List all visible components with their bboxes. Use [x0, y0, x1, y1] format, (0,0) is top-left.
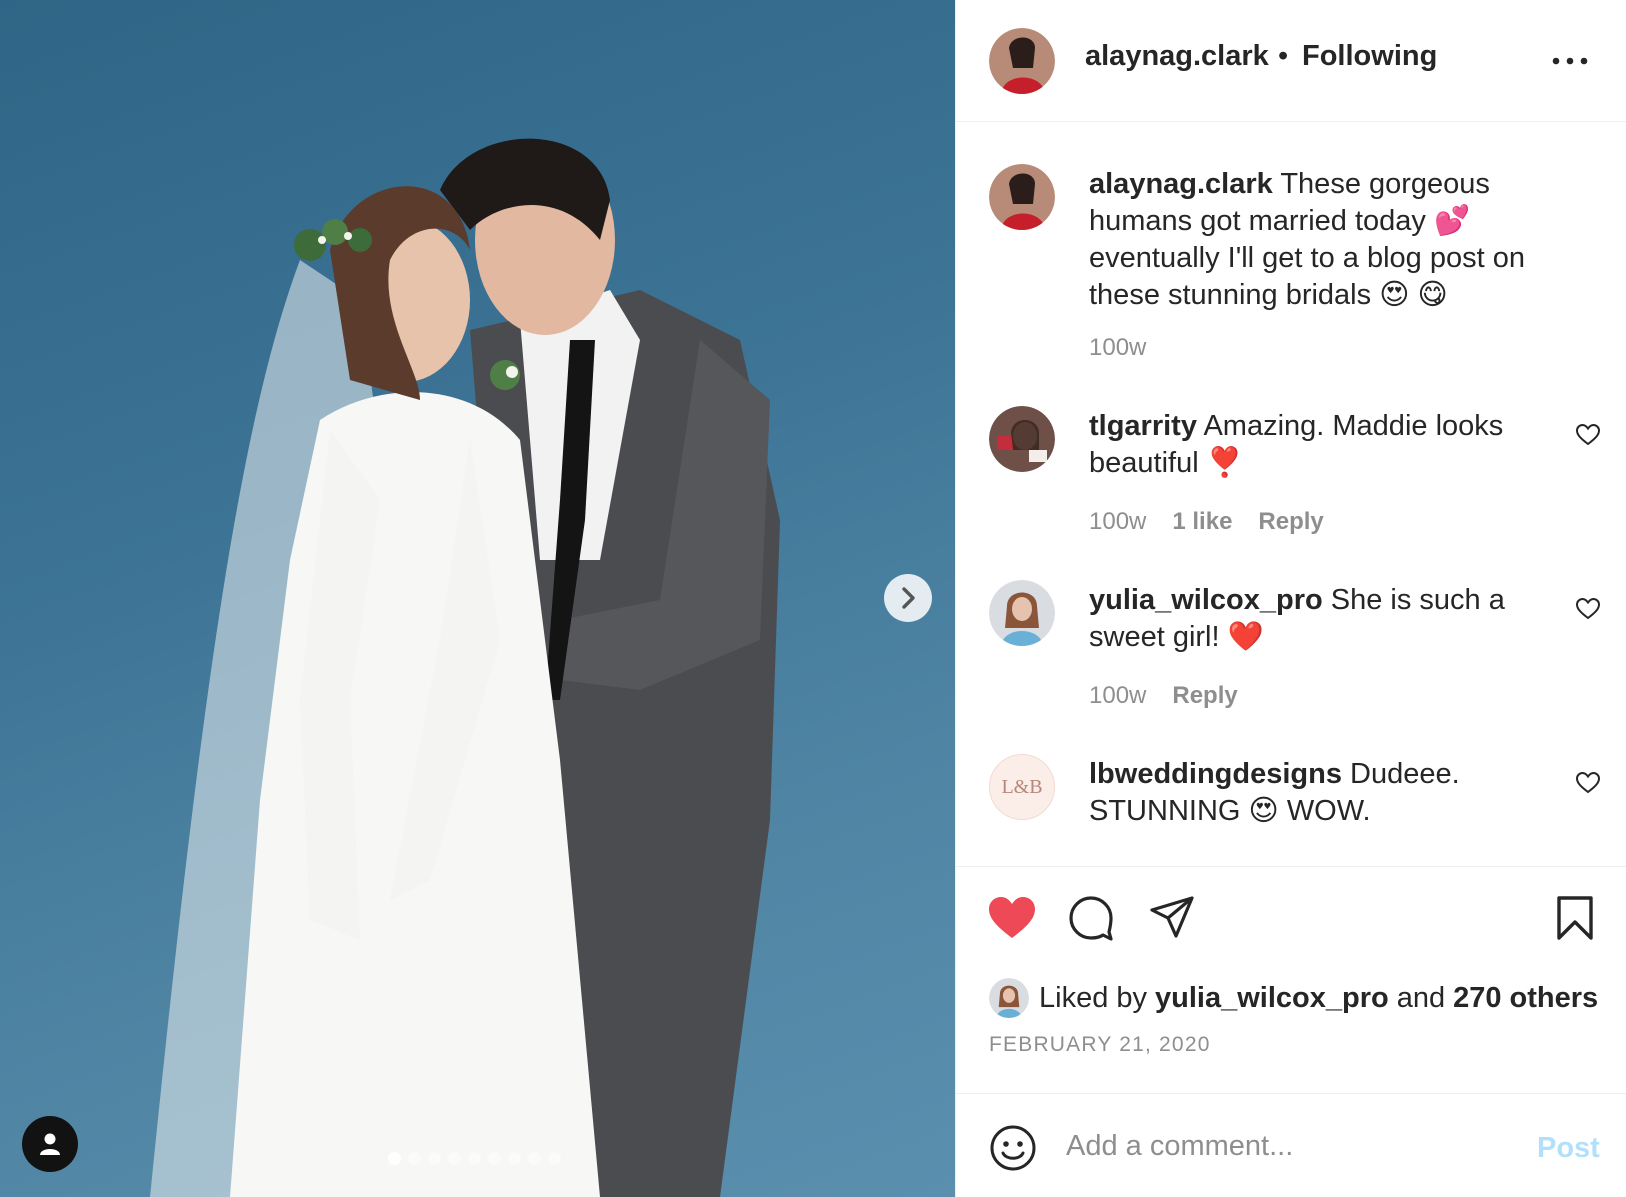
- comment-username[interactable]: yulia_wilcox_pro: [1089, 584, 1323, 616]
- post-header: alaynag.clark • Following: [956, 0, 1626, 122]
- comment-time[interactable]: 100w: [1089, 508, 1146, 536]
- comment-content: WOW.: [1286, 795, 1371, 827]
- comment-text: tlgarrity Amazing. Maddie looks beautifu…: [1089, 408, 1565, 482]
- emoji-icon[interactable]: [989, 1124, 1037, 1172]
- comment-text: lbweddingdesigns Dudeee. STUNNING 😍 WOW.: [1089, 756, 1565, 830]
- comment-time[interactable]: 100w: [1089, 682, 1146, 710]
- caption-emoji: 💕: [1433, 205, 1471, 237]
- liked-by-and: and: [1396, 981, 1446, 1014]
- liked-by-prefix: Liked by: [1039, 981, 1148, 1014]
- like-comment-heart-icon[interactable]: [1575, 422, 1601, 448]
- liked-by-summary: Liked by yulia_wilcox_pro and 270 others: [989, 976, 1606, 1020]
- post-comment-button[interactable]: Post: [1537, 1132, 1600, 1165]
- author-avatar[interactable]: [989, 164, 1055, 230]
- carousel-dot: [428, 1152, 441, 1165]
- caption-time[interactable]: 100w: [1089, 334, 1146, 362]
- comment-icon[interactable]: [1067, 894, 1115, 942]
- comment-meta: 100w Reply: [1089, 682, 1238, 710]
- caption-username[interactable]: alaynag.clark: [1089, 168, 1273, 200]
- caption-emoji: 😍 😋: [1379, 279, 1448, 311]
- liked-by-user[interactable]: yulia_wilcox_pro: [1155, 982, 1389, 1015]
- next-image-button[interactable]: [884, 574, 932, 622]
- carousel-indicator: [388, 1152, 561, 1165]
- comment-emoji: 😍: [1248, 795, 1279, 827]
- post-side-panel: alaynag.clark • Following alaynag.clark …: [955, 0, 1626, 1197]
- comment-text: yulia_wilcox_pro She is such a sweet gir…: [1089, 582, 1565, 656]
- user-icon: [40, 1133, 60, 1155]
- carousel-dot: [528, 1152, 541, 1165]
- like-comment-heart-icon[interactable]: [1575, 770, 1601, 796]
- post-media[interactable]: [0, 0, 955, 1197]
- commenter-avatar[interactable]: L&B: [989, 754, 1055, 820]
- bookmark-icon[interactable]: [1554, 894, 1596, 942]
- post-date[interactable]: FEBRUARY 21, 2020: [989, 1033, 1211, 1057]
- comment-emoji: ❤️: [1227, 621, 1264, 653]
- author-avatar[interactable]: [989, 28, 1055, 94]
- carousel-dot: [448, 1152, 461, 1165]
- commenter-avatar[interactable]: [989, 580, 1055, 646]
- more-horizontal-icon[interactable]: [1550, 46, 1590, 76]
- carousel-dot: [408, 1152, 421, 1165]
- carousel-dot: [468, 1152, 481, 1165]
- wedding-photo: [150, 138, 780, 1197]
- add-comment-bar: Post: [956, 1093, 1626, 1197]
- caption-text: alaynag.clark These gorgeous humans got …: [1089, 166, 1565, 314]
- caption-text-part: eventually I'll get to a blog post on th…: [1089, 242, 1525, 311]
- reply-button[interactable]: Reply: [1172, 682, 1237, 710]
- author-username[interactable]: alaynag.clark: [1085, 40, 1269, 73]
- reply-button[interactable]: Reply: [1258, 508, 1323, 536]
- comment-meta: 100w 1 like Reply: [1089, 508, 1324, 536]
- liker-avatar[interactable]: [989, 978, 1029, 1018]
- liked-by-others[interactable]: 270 others: [1453, 982, 1598, 1015]
- chevron-right-icon: [902, 587, 915, 609]
- comment-input[interactable]: [1066, 1120, 1496, 1172]
- unlike-heart-icon[interactable]: [986, 894, 1038, 942]
- comment-username[interactable]: lbweddingdesigns: [1089, 758, 1342, 790]
- avatar-logo-text: L&B: [1001, 775, 1043, 798]
- carousel-dot: [508, 1152, 521, 1165]
- like-comment-heart-icon[interactable]: [1575, 596, 1601, 622]
- comments-list[interactable]: alaynag.clark These gorgeous humans got …: [956, 122, 1626, 867]
- following-button[interactable]: Following: [1302, 40, 1437, 73]
- commenter-avatar[interactable]: [989, 406, 1055, 472]
- header-separator: •: [1278, 40, 1289, 72]
- caption-meta: 100w: [1089, 334, 1146, 362]
- comment-likes[interactable]: 1 like: [1172, 508, 1232, 536]
- carousel-dot: [388, 1152, 401, 1165]
- tagged-users-button[interactable]: [22, 1116, 78, 1172]
- carousel-dot: [548, 1152, 561, 1165]
- comment-emoji: ❣️: [1206, 447, 1243, 479]
- share-icon[interactable]: [1148, 894, 1196, 942]
- comment-username[interactable]: tlgarrity: [1089, 410, 1197, 442]
- carousel-dot: [488, 1152, 501, 1165]
